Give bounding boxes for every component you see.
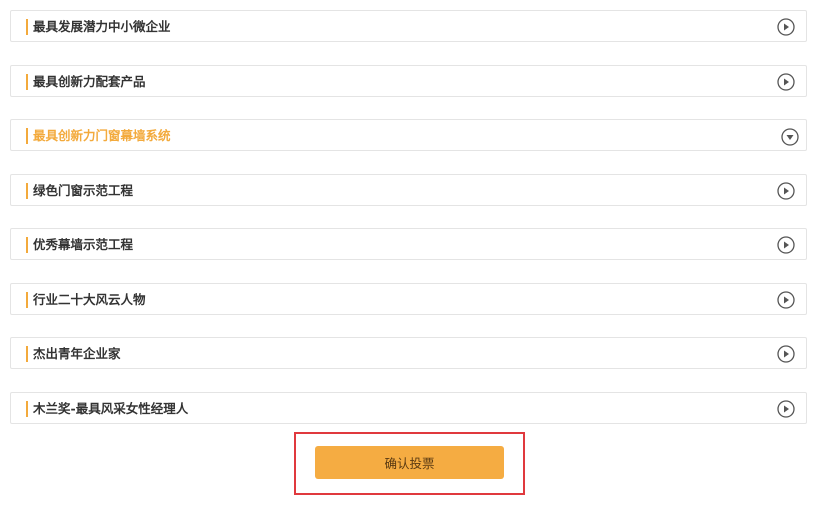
play-circle-icon[interactable] bbox=[777, 18, 795, 36]
play-circle-icon[interactable] bbox=[777, 236, 795, 254]
accent-bar bbox=[26, 401, 28, 417]
vote-button-highlight: 确认投票 bbox=[294, 432, 525, 495]
category-row-small-micro-enterprise[interactable]: 最具发展潜力中小微企业 bbox=[10, 10, 807, 42]
play-circle-icon[interactable] bbox=[777, 73, 795, 91]
accent-bar bbox=[26, 19, 28, 35]
accent-bar bbox=[26, 292, 28, 308]
accent-bar bbox=[26, 346, 28, 362]
category-row-industry-top-20[interactable]: 行业二十大风云人物 bbox=[10, 283, 807, 315]
category-label: 最具创新力配套产品 bbox=[33, 74, 146, 89]
category-row-young-entrepreneur[interactable]: 杰出青年企业家 bbox=[10, 337, 807, 369]
category-label: 最具创新力门窗幕墙系统 bbox=[33, 128, 171, 143]
play-circle-icon[interactable] bbox=[777, 400, 795, 418]
accent-bar bbox=[26, 128, 28, 144]
category-row-green-window-project[interactable]: 绿色门窗示范工程 bbox=[10, 174, 807, 206]
chevron-down-circle-icon[interactable] bbox=[781, 128, 799, 146]
play-circle-icon[interactable] bbox=[777, 182, 795, 200]
vote-page: 最具发展潜力中小微企业 最具创新力配套产品 最具创新力门窗幕墙系统 绿色门窗示范… bbox=[0, 0, 818, 505]
category-row-innovative-curtain-wall[interactable]: 最具创新力门窗幕墙系统 bbox=[10, 119, 807, 151]
accent-bar bbox=[26, 183, 28, 199]
category-label: 杰出青年企业家 bbox=[33, 346, 121, 361]
category-label: 绿色门窗示范工程 bbox=[33, 183, 134, 198]
category-row-mulan-award[interactable]: 木兰奖-最具风采女性经理人 bbox=[10, 392, 807, 424]
category-row-excellent-curtain-wall-project[interactable]: 优秀幕墙示范工程 bbox=[10, 228, 807, 260]
accent-bar bbox=[26, 237, 28, 253]
category-label: 最具发展潜力中小微企业 bbox=[33, 19, 171, 34]
play-circle-icon[interactable] bbox=[777, 345, 795, 363]
category-row-innovative-product[interactable]: 最具创新力配套产品 bbox=[10, 65, 807, 97]
category-label: 木兰奖-最具风采女性经理人 bbox=[33, 401, 189, 416]
category-label: 优秀幕墙示范工程 bbox=[33, 237, 134, 252]
confirm-vote-button[interactable]: 确认投票 bbox=[315, 446, 504, 479]
category-label: 行业二十大风云人物 bbox=[33, 292, 146, 307]
accent-bar bbox=[26, 74, 28, 90]
play-circle-icon[interactable] bbox=[777, 291, 795, 309]
